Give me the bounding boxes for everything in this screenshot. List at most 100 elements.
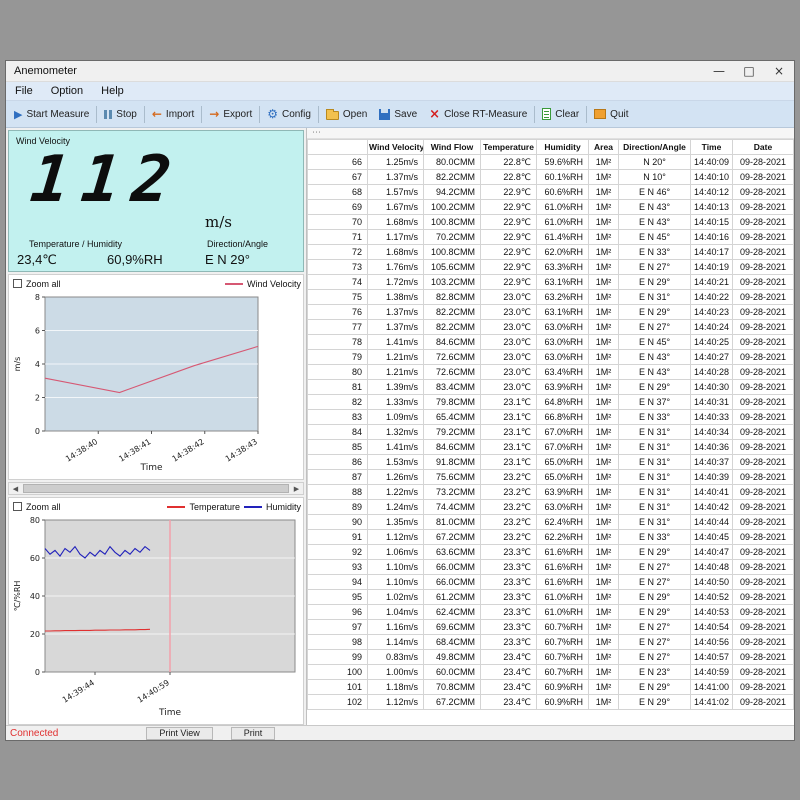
table-row[interactable]: 861.53m/s91.8CMM23.1℃65.0%RH1M²E N 31°14…	[308, 455, 794, 470]
table-cell: 09-28-2021	[733, 395, 794, 410]
scroll-right-icon[interactable]: ▶	[290, 485, 303, 493]
table-cell: 74.4CMM	[424, 500, 481, 515]
table-row[interactable]: 661.25m/s80.0CMM22.8℃59.6%RH1M²N 20°14:4…	[308, 155, 794, 170]
table-row[interactable]: 791.21m/s72.6CMM23.0℃63.0%RH1M²E N 43°14…	[308, 350, 794, 365]
horizontal-scrollbar[interactable]: ◀ ▶	[8, 482, 304, 495]
column-header[interactable]: Date	[733, 140, 794, 155]
humidity-value: 60,9%RH	[107, 252, 163, 267]
import-button[interactable]: ← Import	[146, 105, 200, 123]
table-row[interactable]: 821.33m/s79.8CMM23.1℃64.8%RH1M²E N 37°14…	[308, 395, 794, 410]
stop-button[interactable]: Stop	[98, 106, 143, 123]
table-row[interactable]: 741.72m/s103.2CMM22.9℃63.1%RH1M²E N 29°1…	[308, 275, 794, 290]
table-row[interactable]: 921.06m/s63.6CMM23.3℃61.6%RH1M²E N 29°14…	[308, 545, 794, 560]
table-row[interactable]: 911.12m/s67.2CMM23.2℃62.2%RH1M²E N 33°14…	[308, 530, 794, 545]
table-row[interactable]: 961.04m/s62.4CMM23.3℃61.0%RH1M²E N 29°14…	[308, 605, 794, 620]
column-header[interactable]: Humidity	[537, 140, 589, 155]
table-cell: E N 29°	[619, 680, 691, 695]
table-cell: 23.3℃	[481, 620, 537, 635]
table-row[interactable]: 711.17m/s70.2CMM22.9℃61.4%RH1M²E N 45°14…	[308, 230, 794, 245]
scroll-left-icon[interactable]: ◀	[9, 485, 22, 493]
table-row[interactable]: 951.02m/s61.2CMM23.3℃61.0%RH1M²E N 29°14…	[308, 590, 794, 605]
column-header[interactable]: Direction/Angle	[619, 140, 691, 155]
save-label: Save	[394, 109, 417, 120]
column-header[interactable]: Temperature	[481, 140, 537, 155]
table-cell: 73.2CMM	[424, 485, 481, 500]
table-row[interactable]: 881.22m/s73.2CMM23.2℃63.9%RH1M²E N 31°14…	[308, 485, 794, 500]
table-cell: E N 29°	[619, 305, 691, 320]
table-row[interactable]: 981.14m/s68.4CMM23.3℃60.7%RH1M²E N 27°14…	[308, 635, 794, 650]
table-row[interactable]: 990.83m/s49.8CMM23.4℃60.7%RH1M²E N 27°14…	[308, 650, 794, 665]
table-row[interactable]: 681.57m/s94.2CMM22.9℃60.6%RH1M²E N 46°14…	[308, 185, 794, 200]
table-cell: 09-28-2021	[733, 440, 794, 455]
table-row[interactable]: 941.10m/s66.0CMM23.3℃61.6%RH1M²E N 27°14…	[308, 575, 794, 590]
close-icon[interactable]: ×	[764, 61, 794, 81]
table-cell: E N 27°	[619, 575, 691, 590]
minimize-icon[interactable]: —	[704, 61, 734, 81]
table-row[interactable]: 891.24m/s74.4CMM23.2℃63.0%RH1M²E N 31°14…	[308, 500, 794, 515]
table-row[interactable]: 701.68m/s100.8CMM22.9℃61.0%RH1M²E N 43°1…	[308, 215, 794, 230]
print-view-button[interactable]: Print View	[146, 727, 212, 740]
table-row[interactable]: 841.32m/s79.2CMM23.1℃67.0%RH1M²E N 31°14…	[308, 425, 794, 440]
maximize-icon[interactable]: □	[734, 61, 764, 81]
table-cell: 1.68m/s	[368, 215, 424, 230]
config-button[interactable]: ⚙ Config	[261, 105, 317, 123]
table-row[interactable]: 851.41m/s84.6CMM23.1℃67.0%RH1M²E N 31°14…	[308, 440, 794, 455]
column-header[interactable]: Wind Flow	[424, 140, 481, 155]
table-scroll-area[interactable]: Wind VelocityWind FlowTemperatureHumidit…	[307, 139, 794, 725]
table-cell: 1.02m/s	[368, 590, 424, 605]
quit-button[interactable]: Quit	[588, 106, 634, 123]
export-button[interactable]: → Export	[203, 105, 258, 123]
zoom-all-checkbox[interactable]	[13, 502, 22, 511]
table-row[interactable]: 731.76m/s105.6CMM22.9℃63.3%RH1M²E N 27°1…	[308, 260, 794, 275]
toolbar-separator	[318, 106, 319, 123]
table-row[interactable]: 801.21m/s72.6CMM23.0℃63.4%RH1M²E N 43°14…	[308, 365, 794, 380]
table-cell: 09-28-2021	[733, 200, 794, 215]
table-row[interactable]: 871.26m/s75.6CMM23.2℃65.0%RH1M²E N 31°14…	[308, 470, 794, 485]
table-row[interactable]: 761.37m/s82.2CMM23.0℃63.1%RH1M²E N 29°14…	[308, 305, 794, 320]
table-cell: 100.8CMM	[424, 215, 481, 230]
table-row[interactable]: 1001.00m/s60.0CMM23.4℃60.7%RH1M²E N 23°1…	[308, 665, 794, 680]
table-row[interactable]: 671.37m/s82.2CMM22.8℃60.1%RH1M²N 10°14:4…	[308, 170, 794, 185]
table-row[interactable]: 931.10m/s66.0CMM23.3℃61.6%RH1M²E N 27°14…	[308, 560, 794, 575]
menu-file[interactable]: File	[6, 85, 42, 97]
print-button[interactable]: Print	[231, 727, 276, 740]
column-header[interactable]: Time	[691, 140, 733, 155]
save-button[interactable]: Save	[373, 106, 423, 123]
column-header[interactable]: Area	[589, 140, 619, 155]
open-button[interactable]: Open	[320, 106, 373, 123]
clear-button[interactable]: Clear	[536, 105, 585, 123]
table-cell: 1M²	[589, 200, 619, 215]
svg-text:m/s: m/s	[13, 357, 22, 372]
close-rt-measure-button[interactable]: × Close RT-Measure	[423, 105, 533, 124]
table-row[interactable]: 901.35m/s81.0CMM23.2℃62.4%RH1M²E N 31°14…	[308, 515, 794, 530]
column-header[interactable]: Wind Velocity	[368, 140, 424, 155]
table-cell: 81	[308, 380, 368, 395]
table-row[interactable]: 1021.12m/s67.2CMM23.4℃60.9%RH1M²E N 29°1…	[308, 695, 794, 710]
table-row[interactable]: 1011.18m/s70.8CMM23.4℃60.9%RH1M²E N 29°1…	[308, 680, 794, 695]
table-cell: 63.0%RH	[537, 500, 589, 515]
table-row[interactable]: 971.16m/s69.6CMM23.3℃60.7%RH1M²E N 27°14…	[308, 620, 794, 635]
table-row[interactable]: 781.41m/s84.6CMM23.0℃63.0%RH1M²E N 45°14…	[308, 335, 794, 350]
import-icon: ←	[152, 108, 162, 120]
table-cell: E N 29°	[619, 275, 691, 290]
table-cell: 1M²	[589, 410, 619, 425]
column-header[interactable]	[308, 140, 368, 155]
table-cell: 09-28-2021	[733, 605, 794, 620]
menu-help[interactable]: Help	[92, 85, 133, 97]
scrollbar-thumb[interactable]	[23, 484, 289, 493]
table-cell: 09-28-2021	[733, 170, 794, 185]
table-row[interactable]: 811.39m/s83.4CMM23.0℃63.9%RH1M²E N 29°14…	[308, 380, 794, 395]
zoom-all-checkbox[interactable]	[13, 279, 22, 288]
menu-option[interactable]: Option	[42, 85, 92, 97]
table-cell: 09-28-2021	[733, 650, 794, 665]
table-cell: 49.8CMM	[424, 650, 481, 665]
table-cell: 09-28-2021	[733, 320, 794, 335]
table-row[interactable]: 721.68m/s100.8CMM22.9℃62.0%RH1M²E N 33°1…	[308, 245, 794, 260]
table-row[interactable]: 691.67m/s100.2CMM22.9℃61.0%RH1M²E N 43°1…	[308, 200, 794, 215]
start-measure-button[interactable]: ▶ Start Measure	[8, 106, 95, 123]
table-row[interactable]: 751.38m/s82.8CMM23.0℃63.2%RH1M²E N 31°14…	[308, 290, 794, 305]
table-row[interactable]: 831.09m/s65.4CMM23.1℃66.8%RH1M²E N 33°14…	[308, 410, 794, 425]
table-row[interactable]: 771.37m/s82.2CMM23.0℃63.0%RH1M²E N 27°14…	[308, 320, 794, 335]
chart-header: Zoom all Wind Velocity	[11, 276, 301, 291]
table-cell: 82	[308, 395, 368, 410]
